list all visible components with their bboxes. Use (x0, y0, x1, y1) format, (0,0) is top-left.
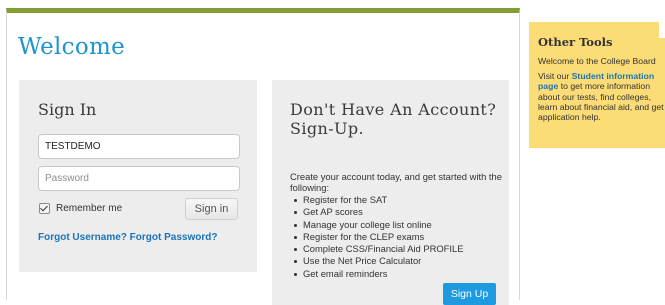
sign-up-intro: Create your account today, and get start… (290, 171, 502, 193)
sign-in-button[interactable]: Sign in (185, 198, 238, 220)
password-field[interactable] (38, 166, 240, 191)
list-item: Register for the CLEP exams (290, 231, 463, 243)
list-item: Register for the SAT (290, 194, 463, 206)
remember-me-label: Remember me (56, 203, 123, 214)
sign-in-heading: Sign In (38, 100, 97, 119)
other-tools-box: Other Tools Welcome to the College Board… (529, 20, 665, 148)
list-item: Get email reminders (290, 268, 463, 280)
remember-me[interactable]: Remember me (39, 203, 122, 214)
other-tools-body: Visit our Student information page to ge… (538, 71, 665, 122)
other-tools-title: Other Tools (538, 35, 613, 49)
sign-up-heading: Don't Have An Account? Sign-Up. (290, 100, 497, 138)
list-item: Complete CSS/Financial Aid PROFILE (290, 243, 463, 255)
page-title: Welcome (18, 34, 125, 60)
sign-up-button[interactable]: Sign Up (443, 283, 496, 305)
forgot-credentials-link[interactable]: Forgot Username? Forgot Password? (38, 232, 217, 243)
username-field[interactable] (38, 134, 240, 159)
other-tools-welcome: Welcome to the College Board (538, 56, 656, 66)
list-item: Manage your college list online (290, 219, 463, 231)
tools-tab (659, 20, 665, 38)
list-item: Use the Net Price Calculator (290, 255, 463, 267)
visit-prefix: Visit our (538, 71, 572, 81)
sign-in-panel: Sign In Remember me Sign in Forgot Usern… (19, 80, 257, 272)
sign-up-panel: Don't Have An Account? Sign-Up. Create y… (272, 80, 509, 305)
benefits-list: Register for the SAT Get AP scores Manag… (290, 194, 463, 280)
list-item: Get AP scores (290, 206, 463, 218)
remember-me-checkbox[interactable] (39, 203, 50, 214)
main-content: Welcome Sign In Remember me Sign in Forg… (6, 8, 520, 305)
